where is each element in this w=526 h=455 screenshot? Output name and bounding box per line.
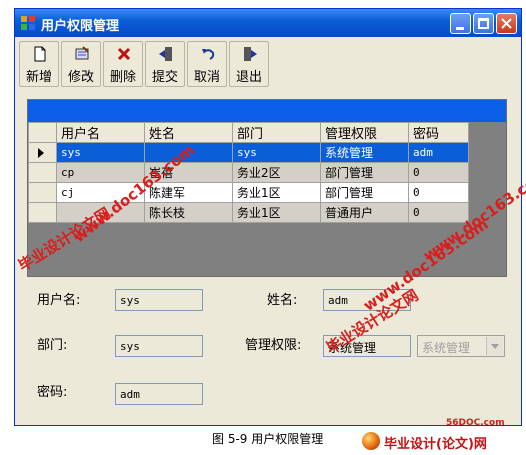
edit-icon — [75, 46, 89, 60]
column-header-password[interactable]: 密码 — [408, 122, 469, 143]
cell-password[interactable]: 0 — [408, 162, 469, 183]
window-title: 用户权限管理 — [41, 19, 120, 34]
password-field[interactable]: adm — [115, 383, 203, 405]
department-label: 部门: — [37, 338, 68, 353]
cell-department[interactable]: 务业1区 — [232, 182, 321, 203]
role-label: 管理权限: — [245, 338, 302, 353]
submit-icon — [159, 47, 172, 61]
cell-department[interactable]: 务业2区 — [232, 162, 321, 183]
title-bar[interactable]: 用户权限管理 — [15, 9, 521, 37]
exit-button[interactable]: 退出 — [229, 41, 269, 87]
row-selector[interactable] — [28, 182, 57, 203]
maximize-icon — [478, 18, 489, 29]
close-icon — [501, 18, 512, 29]
column-header-role[interactable]: 管理权限 — [320, 122, 409, 143]
name-label: 姓名: — [267, 293, 298, 308]
app-window-icon — [21, 16, 35, 30]
role-select[interactable]: 系统管理 — [417, 335, 505, 357]
current-row-pointer-icon — [38, 148, 44, 158]
cell-department[interactable]: sys — [232, 142, 321, 163]
department-field[interactable]: sys — [115, 335, 203, 357]
delete-x-icon — [117, 47, 131, 61]
cancel-button[interactable]: 取消 — [187, 41, 227, 87]
close-button[interactable] — [496, 13, 517, 34]
column-header-username[interactable]: 用户名 — [56, 122, 145, 143]
cell-role[interactable]: 部门管理 — [320, 182, 409, 203]
cancel-button-label: 取消 — [193, 70, 220, 85]
cell-name[interactable]: 陈长枝 — [144, 202, 233, 223]
cell-username[interactable]: sys — [56, 142, 145, 163]
row-selector-header — [28, 122, 57, 143]
grid-caption-bar — [28, 100, 506, 122]
exit-door-icon — [244, 47, 257, 61]
exit-button-label: 退出 — [235, 70, 262, 85]
cell-password[interactable]: 0 — [408, 202, 469, 223]
table-header-row: 用户名 姓名 部门 管理权限 密码 — [28, 122, 469, 143]
globe-icon — [362, 432, 380, 450]
edit-button-label: 修改 — [67, 70, 94, 85]
column-header-name[interactable]: 姓名 — [144, 122, 233, 143]
footer-logo: 56DOC.com 毕业设计(论文)网 — [358, 418, 524, 452]
delete-button[interactable]: 删除 — [103, 41, 143, 87]
new-document-icon — [34, 46, 46, 62]
row-selector[interactable] — [28, 142, 57, 163]
password-label: 密码: — [37, 385, 68, 400]
footer-logo-site: 56DOC.com — [446, 418, 505, 428]
cell-username[interactable]: cp — [56, 162, 145, 183]
cell-department[interactable]: 务业1区 — [232, 202, 321, 223]
cell-password[interactable]: adm — [408, 142, 469, 163]
row-selector[interactable] — [28, 162, 57, 183]
chevron-down-icon[interactable] — [486, 337, 503, 355]
toolbar: 新增 修改 删除 提交 取消 退出 — [19, 41, 279, 87]
cell-role[interactable]: 普通用户 — [320, 202, 409, 223]
column-header-department[interactable]: 部门 — [232, 122, 321, 143]
role-select-value: 系统管理 — [422, 341, 471, 355]
figure-caption: 图 5-9 用户权限管理 — [212, 432, 324, 446]
submit-button[interactable]: 提交 — [145, 41, 185, 87]
table-row[interactable]: sys sys 系统管理 adm — [28, 142, 469, 163]
username-field[interactable]: sys — [115, 289, 203, 311]
minimize-icon — [456, 27, 464, 30]
cell-role[interactable]: 系统管理 — [320, 142, 409, 163]
table-row[interactable]: cp 崔蓓 务业2区 部门管理 0 — [28, 162, 469, 183]
username-label: 用户名: — [37, 293, 81, 308]
minimize-button[interactable] — [450, 13, 471, 34]
delete-button-label: 删除 — [109, 70, 136, 85]
edit-button[interactable]: 修改 — [61, 41, 101, 87]
cell-role[interactable]: 部门管理 — [320, 162, 409, 183]
table-row[interactable]: cj 陈建军 务业1区 部门管理 0 — [28, 182, 469, 203]
new-button-label: 新增 — [25, 70, 52, 85]
undo-icon — [202, 49, 215, 60]
submit-button-label: 提交 — [151, 70, 178, 85]
cell-password[interactable]: 0 — [408, 182, 469, 203]
new-button[interactable]: 新增 — [19, 41, 59, 87]
row-selector[interactable] — [28, 202, 57, 223]
maximize-button[interactable] — [473, 13, 494, 34]
footer-logo-name: 毕业设计(论文)网 — [384, 437, 487, 452]
